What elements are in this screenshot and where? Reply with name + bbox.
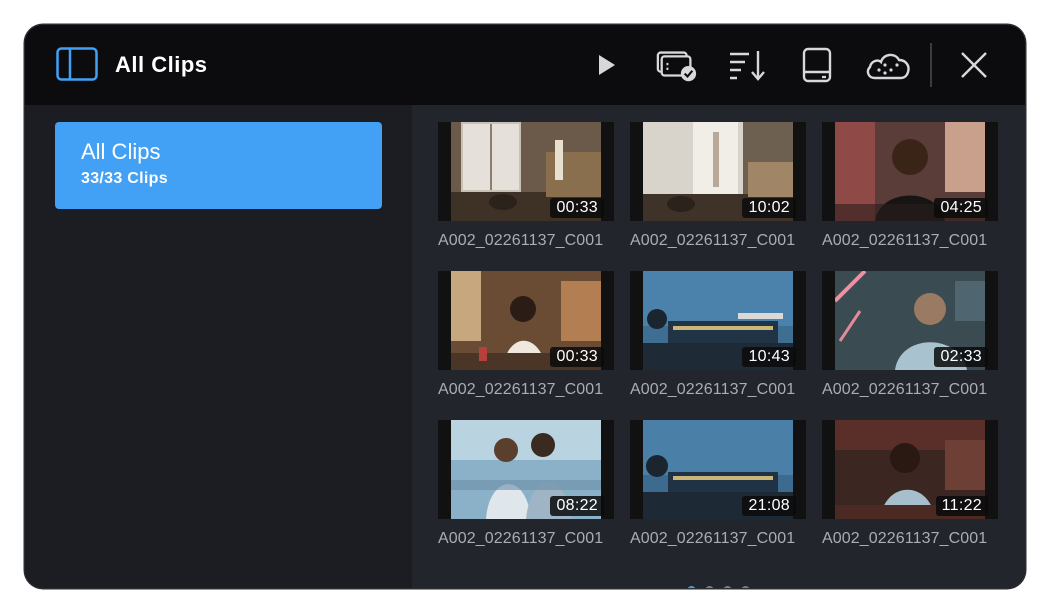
storage-drive-icon — [802, 47, 832, 83]
play-button[interactable] — [585, 45, 629, 85]
clip-name: A002_02261137_C001 — [630, 232, 796, 249]
page-title: All Clips — [115, 52, 208, 77]
clip-thumbnail: 02:33 — [822, 271, 998, 370]
play-icon — [599, 55, 615, 75]
storage-button[interactable] — [795, 45, 839, 85]
cloud-button[interactable] — [863, 45, 913, 85]
clip-name: A002_02261137_C001 — [438, 530, 604, 547]
clip-thumbnail: 08:22 — [438, 420, 614, 519]
media-card-button[interactable] — [655, 45, 699, 85]
close-icon — [961, 52, 987, 78]
clip-thumbnail: 00:33 — [438, 271, 614, 370]
sidebar-item-label: All Clips — [81, 139, 161, 164]
close-button[interactable] — [952, 45, 996, 85]
clip-tile[interactable]: 00:33 A002_02261137_C001 — [438, 122, 614, 250]
clip-name: A002_02261137_C001 — [822, 232, 988, 249]
clip-thumbnail: 00:33 — [438, 122, 614, 221]
clip-name: A002_02261137_C001 — [822, 381, 988, 398]
clip-duration: 21:08 — [742, 496, 796, 516]
clip-duration: 10:02 — [742, 198, 796, 218]
clip-thumbnail: 10:02 — [630, 122, 806, 221]
clip-name: A002_02261137_C001 — [630, 530, 796, 547]
sidebar-item-count: 33/33 Clips — [81, 170, 168, 187]
media-card-check-icon — [656, 51, 697, 82]
clip-duration: 00:33 — [550, 347, 604, 367]
clip-thumbnail: 11:22 — [822, 420, 998, 519]
clip-name: A002_02261137_C001 — [438, 232, 604, 249]
clip-tile[interactable]: 04:25 A002_02261137_C001 — [822, 122, 998, 250]
clip-duration: 04:25 — [934, 198, 988, 218]
clip-thumbnail: 21:08 — [630, 420, 806, 519]
sort-button[interactable] — [725, 45, 769, 85]
page-dot-2[interactable] — [705, 586, 714, 588]
toolbar-divider — [930, 43, 932, 87]
clip-name: A002_02261137_C001 — [630, 381, 796, 398]
sort-icon — [730, 51, 765, 81]
clip-tile[interactable]: 10:43 A002_02261137_C001 — [630, 271, 806, 399]
clip-grid: 00:33 A002_02261137_C001 10:02 A002_0226… — [412, 105, 1025, 588]
clip-duration: 08:22 — [550, 496, 604, 516]
bin-sidebar: All Clips 33/33 Clips — [25, 105, 412, 588]
page-dot-3[interactable] — [723, 586, 732, 588]
clip-thumbnail: 04:25 — [822, 122, 998, 221]
page-dot-1[interactable] — [687, 586, 696, 588]
page-indicator — [412, 586, 1025, 588]
clip-tile[interactable]: 02:33 A002_02261137_C001 — [822, 271, 998, 399]
clip-duration: 11:22 — [935, 496, 988, 516]
cloud-icon — [866, 53, 910, 80]
media-browser-window: All Clips All Clips 33/33 Clips 00:33 A0… — [25, 25, 1025, 588]
sidebar-item-all-clips[interactable]: All Clips 33/33 Clips — [55, 122, 382, 209]
clip-duration: 00:33 — [550, 198, 604, 218]
sidebar-toggle-icon[interactable] — [56, 47, 98, 81]
clip-thumbnail: 10:43 — [630, 271, 806, 370]
clip-duration: 02:33 — [934, 347, 988, 367]
clip-duration: 10:43 — [742, 347, 796, 367]
clip-tile[interactable]: 11:22 A002_02261137_C001 — [822, 420, 998, 548]
page-dot-4[interactable] — [741, 586, 750, 588]
clip-tile[interactable]: 21:08 A002_02261137_C001 — [630, 420, 806, 548]
top-toolbar: All Clips — [25, 25, 1025, 105]
clip-tile[interactable]: 10:02 A002_02261137_C001 — [630, 122, 806, 250]
clip-tile[interactable]: 00:33 A002_02261137_C001 — [438, 271, 614, 399]
clip-tile[interactable]: 08:22 A002_02261137_C001 — [438, 420, 614, 548]
clip-name: A002_02261137_C001 — [438, 381, 604, 398]
clip-name: A002_02261137_C001 — [822, 530, 988, 547]
